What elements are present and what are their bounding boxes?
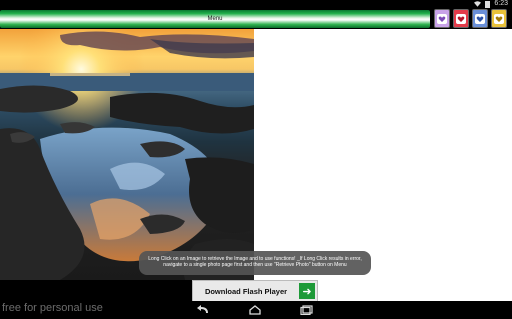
recent-apps-button[interactable] <box>297 303 317 317</box>
download-flash-banner[interactable]: Download Flash Player ➜ <box>192 280 318 302</box>
flash-banner-label: Download Flash Player <box>204 286 288 296</box>
heart-shield-icon <box>494 13 504 24</box>
watermark-text: free for personal use <box>2 302 103 314</box>
app-icon-2[interactable] <box>453 9 469 28</box>
sunset-tidepool-image <box>0 29 254 280</box>
heart-shield-icon <box>437 13 447 24</box>
app-icon-4[interactable] <box>491 9 507 28</box>
heart-shield-icon <box>475 13 485 24</box>
app-icon-3[interactable] <box>472 9 488 28</box>
menu-button[interactable]: Menu <box>0 10 430 28</box>
recent-apps-icon <box>300 305 313 315</box>
toast-message: Long Click on an Image to retrieve the I… <box>139 251 371 275</box>
home-icon <box>249 305 261 315</box>
back-button[interactable] <box>193 303 213 317</box>
status-icons: 6:23 <box>474 0 508 8</box>
back-icon <box>197 305 208 313</box>
home-button[interactable] <box>245 303 265 317</box>
app-icons <box>434 9 507 28</box>
status-time: 6:23 <box>494 0 508 7</box>
arrow-right-icon[interactable]: ➜ <box>299 283 315 299</box>
status-bar: 6:23 <box>0 0 512 8</box>
photo-image[interactable] <box>0 29 254 280</box>
app-icon-1[interactable] <box>434 9 450 28</box>
wifi-icon <box>474 1 482 7</box>
heart-shield-icon <box>456 13 466 24</box>
battery-icon <box>485 0 491 8</box>
